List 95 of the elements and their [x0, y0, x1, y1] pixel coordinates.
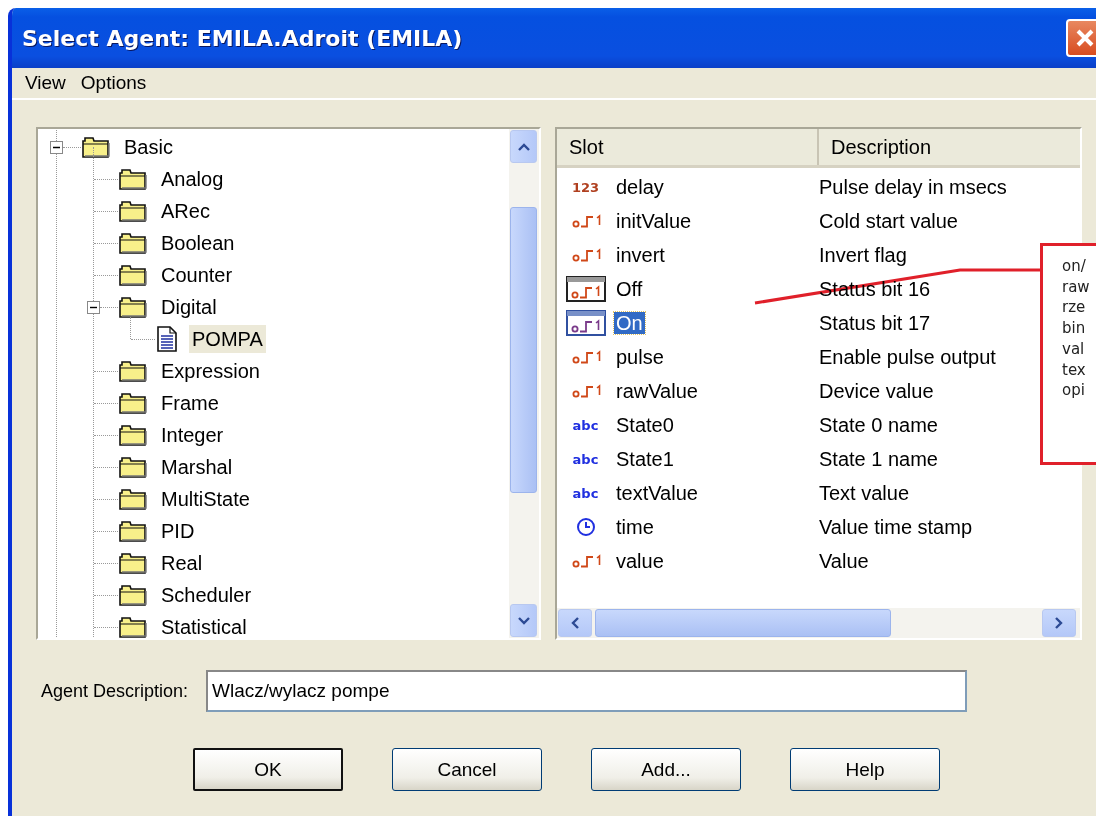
- window-title: Select Agent: EMILA.Adroit (EMILA): [22, 25, 463, 51]
- slot-name[interactable]: time: [614, 516, 656, 538]
- folder-icon: [118, 167, 148, 191]
- slot-description: Text value: [819, 481, 910, 506]
- tree-item[interactable]: Integer: [158, 421, 227, 449]
- tree-item[interactable]: Frame: [158, 389, 222, 417]
- callout-text: tex: [1062, 359, 1087, 381]
- slot-description: Cold start value: [819, 209, 958, 234]
- text-type-icon: abc: [572, 485, 599, 501]
- folder-icon: [118, 295, 148, 319]
- tree-item[interactable]: Basic: [121, 133, 176, 161]
- tree-item[interactable]: POMPA: [189, 325, 266, 353]
- chevron-down-icon: [516, 615, 531, 626]
- callout-text: bin: [1062, 318, 1087, 339]
- field-label: Agent Description:: [41, 680, 189, 702]
- tree-item[interactable]: Marshal: [158, 453, 236, 481]
- chevron-right-icon: [1054, 616, 1064, 630]
- menu-item[interactable]: Options: [77, 72, 159, 94]
- tree-item[interactable]: Statistical: [158, 613, 250, 638]
- slot-description: Invert flag: [819, 243, 907, 268]
- callout-text: raw: [1062, 276, 1091, 298]
- tree-item[interactable]: Real: [158, 549, 206, 577]
- tree-item[interactable]: Digital: [158, 293, 220, 321]
- callout-text: opi: [1062, 380, 1086, 401]
- dialog-button[interactable]: Cancel: [392, 748, 542, 791]
- tree-item[interactable]: PID: [158, 517, 198, 545]
- folder-icon: [118, 359, 148, 383]
- callout-text: rze: [1062, 297, 1087, 319]
- slot-name[interactable]: Off: [614, 278, 645, 300]
- slot-description: Status bit 17: [819, 311, 931, 336]
- chevron-left-icon: [570, 616, 580, 630]
- slot-description: Pulse delay in msecs: [819, 175, 1007, 200]
- tree-item[interactable]: Analog: [158, 165, 227, 193]
- slot-name[interactable]: initValue: [614, 210, 694, 232]
- column-header[interactable]: Description: [819, 129, 1080, 165]
- folder-icon: [118, 199, 148, 223]
- collapse-icon[interactable]: [50, 140, 63, 154]
- status-bit-icon: [565, 310, 606, 336]
- slot-description: Enable pulse output: [819, 345, 996, 370]
- folder-icon: [118, 455, 148, 479]
- scrollbar[interactable]: [509, 129, 539, 638]
- dialog-button[interactable]: Add...: [591, 748, 741, 791]
- description-field[interactable]: Wlacz/wylacz pompe: [206, 670, 968, 712]
- scroll-right-button[interactable]: [1042, 609, 1076, 637]
- slot-name[interactable]: pulse: [614, 346, 666, 368]
- slot-name[interactable]: textValue: [614, 482, 700, 504]
- slot-name[interactable]: State1: [614, 448, 676, 470]
- slot-name[interactable]: On: [614, 312, 645, 334]
- callout-text: on/: [1062, 256, 1087, 277]
- close-icon: [1074, 27, 1096, 49]
- close-button[interactable]: [1066, 19, 1096, 57]
- tree-item[interactable]: Counter: [158, 261, 236, 289]
- slot-name[interactable]: rawValue: [614, 380, 700, 402]
- menu-item[interactable]: View: [22, 72, 78, 94]
- status-bit-icon: [565, 276, 606, 302]
- folder-icon: [118, 423, 148, 447]
- scroll-up-button[interactable]: [510, 130, 537, 163]
- tree-item[interactable]: Boolean: [158, 229, 238, 257]
- folder-icon: [118, 615, 148, 638]
- slot-description: Value: [819, 549, 869, 574]
- slot-description: Value time stamp: [819, 515, 973, 540]
- tree-item[interactable]: Expression: [158, 357, 263, 385]
- collapse-icon[interactable]: [87, 300, 100, 314]
- tree-item[interactable]: MultiState: [158, 485, 253, 513]
- folder-icon: [118, 487, 148, 511]
- chevron-up-icon: [516, 141, 531, 152]
- slot-name[interactable]: value: [614, 550, 666, 572]
- scroll-thumb[interactable]: [595, 609, 891, 637]
- tree-item[interactable]: ARec: [158, 197, 213, 225]
- folder-icon: [118, 231, 148, 255]
- scrollbar[interactable]: [557, 608, 1080, 638]
- folder-icon: [81, 135, 111, 159]
- slot-name[interactable]: invert: [614, 244, 667, 266]
- number-type-icon: 123: [571, 179, 600, 195]
- tree-item[interactable]: Scheduler: [158, 581, 255, 609]
- slot-name[interactable]: State0: [614, 414, 676, 436]
- document-icon: [155, 325, 179, 353]
- column-header[interactable]: Slot: [557, 129, 819, 165]
- scroll-thumb[interactable]: [510, 207, 537, 493]
- folder-icon: [118, 551, 148, 575]
- dialog-button[interactable]: Help: [790, 748, 940, 791]
- slot-name[interactable]: delay: [614, 176, 666, 198]
- dialog-button[interactable]: OK: [193, 748, 343, 791]
- folder-icon: [118, 263, 148, 287]
- text-type-icon: abc: [572, 417, 599, 433]
- callout-text: val: [1062, 338, 1086, 360]
- slot-description: Device value: [819, 379, 934, 404]
- folder-icon: [118, 391, 148, 415]
- text-type-icon: abc: [572, 451, 599, 467]
- slot-description: State 0 name: [819, 413, 938, 438]
- scroll-left-button[interactable]: [558, 609, 592, 637]
- folder-icon: [118, 519, 148, 543]
- scroll-down-button[interactable]: [510, 604, 537, 637]
- folder-icon: [118, 583, 148, 607]
- slot-description: State 1 name: [819, 447, 938, 472]
